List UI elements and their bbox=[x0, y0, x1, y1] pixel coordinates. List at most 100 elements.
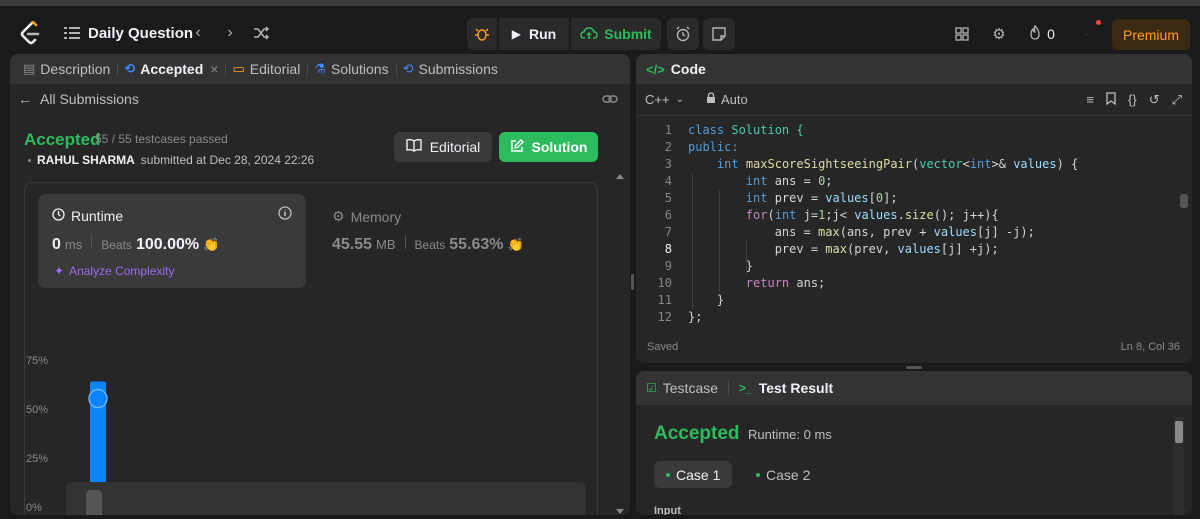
debug-icon[interactable] bbox=[467, 18, 497, 50]
status-title: Accepted bbox=[24, 130, 101, 149]
clock-icon: ⟲ bbox=[402, 61, 414, 76]
horizontal-splitter-handle[interactable] bbox=[906, 366, 922, 369]
premium-button[interactable]: Premium bbox=[1112, 19, 1190, 50]
leetcode-logo-icon[interactable] bbox=[18, 20, 44, 48]
tab-test-result[interactable]: >_ Test Result bbox=[739, 380, 833, 396]
memory-title-text: Memory bbox=[350, 208, 402, 225]
tab-description[interactable]: ▤ Description bbox=[16, 54, 119, 84]
tab-editorial[interactable]: ▭ Editorial bbox=[225, 54, 309, 84]
close-icon[interactable]: × bbox=[210, 61, 218, 77]
notification-dot-icon bbox=[1094, 18, 1102, 26]
test-scrollbar[interactable] bbox=[1174, 417, 1184, 515]
y-tick-label: 75% bbox=[26, 355, 48, 367]
submitted-info: RAHUL SHARMA submitted at Dec 28, 2024 2… bbox=[28, 153, 314, 167]
clock-icon: ⟲ bbox=[124, 61, 136, 76]
braces-icon[interactable]: {} bbox=[1128, 92, 1137, 108]
runtime-unit: ms bbox=[64, 237, 83, 252]
terminal-icon: >_ bbox=[739, 381, 753, 395]
range-handle[interactable] bbox=[86, 490, 102, 515]
pass-dot-icon bbox=[666, 472, 670, 477]
expand-icon[interactable]: ⤢ bbox=[1172, 92, 1182, 108]
auto-mode[interactable]: Auto bbox=[706, 92, 748, 107]
y-tick-label: 50% bbox=[26, 404, 48, 416]
runtime-number: 0 bbox=[52, 236, 61, 253]
code-line: 8 prev = max(prev, values[j] +j); bbox=[664, 242, 999, 256]
testcases-passed: 55 / 55 testcases passed bbox=[95, 132, 228, 146]
format-icon[interactable]: ≡ bbox=[1086, 92, 1094, 108]
y-tick-label: 0% bbox=[26, 502, 42, 514]
next-question-icon[interactable]: › bbox=[217, 20, 243, 46]
clock-icon bbox=[52, 208, 65, 224]
editorial-button[interactable]: Editorial bbox=[394, 132, 492, 162]
runtime-title-text: Runtime bbox=[71, 208, 124, 224]
reset-icon[interactable]: ↺ bbox=[1149, 92, 1160, 108]
tab-testcase[interactable]: ☑ Testcase bbox=[646, 380, 718, 396]
beats-label: Beats bbox=[101, 238, 132, 252]
case-label: Case 2 bbox=[766, 466, 811, 483]
code-header: </> Code bbox=[636, 54, 1192, 84]
problem-list-icon[interactable] bbox=[62, 23, 82, 43]
cloud-upload-icon bbox=[580, 26, 599, 43]
prev-question-icon[interactable]: ‹ bbox=[185, 20, 211, 46]
language-select[interactable]: C++ ⌄ bbox=[645, 92, 684, 107]
sparkle-icon: ✦ bbox=[54, 264, 65, 278]
code-editor[interactable]: 1 class Solution { 2 public: 3 int maxScor… bbox=[636, 122, 1192, 332]
book-icon bbox=[406, 138, 422, 155]
author-name[interactable]: RAHUL SHARMA bbox=[37, 153, 135, 167]
memory-number: 45.55 bbox=[332, 236, 373, 253]
layout-grid-icon[interactable] bbox=[950, 22, 974, 46]
editor-tools: ≡ {} ↺ ⤢ bbox=[1086, 92, 1182, 108]
tab-label: Editorial bbox=[249, 61, 301, 77]
play-icon: ▶ bbox=[511, 27, 521, 41]
vertical-splitter-handle[interactable] bbox=[631, 274, 634, 290]
tab-accepted[interactable]: ⟲ Accepted × bbox=[117, 54, 227, 84]
chart-range-slider[interactable] bbox=[66, 482, 586, 515]
alarm-clock-icon[interactable] bbox=[667, 18, 699, 50]
language-label: C++ bbox=[645, 92, 670, 107]
code-line: 3 int maxScoreSightseeingPair(vector<int… bbox=[664, 157, 1079, 171]
submission-panel: ▤ Description ⟲ Accepted × ▭ Editorial ⚗… bbox=[10, 54, 630, 515]
case-2-button[interactable]: Case 2 bbox=[744, 461, 822, 488]
pass-dot-icon bbox=[756, 472, 760, 477]
runtime-card[interactable]: Runtime 0 ms Beats 100.00% 👏 ✦ Analyze C… bbox=[38, 194, 306, 288]
tab-submissions[interactable]: ⟲ Submissions bbox=[396, 54, 505, 84]
flame-icon bbox=[1029, 24, 1041, 44]
beats-percentage: 100.00% bbox=[135, 236, 200, 253]
saved-status: Saved bbox=[647, 341, 679, 353]
run-button[interactable]: ▶ Run bbox=[499, 18, 569, 50]
tab-solutions[interactable]: ⚗ Solutions bbox=[307, 54, 397, 84]
code-line: 6 for(int j=1;j< values.size(); j++){ bbox=[664, 208, 999, 222]
clapping-hands-icon: 👏 bbox=[507, 237, 524, 252]
left-tabs: ▤ Description ⟲ Accepted × ▭ Editorial ⚗… bbox=[10, 54, 630, 84]
gear-icon[interactable]: ⚙ bbox=[987, 22, 1011, 46]
edit-icon bbox=[510, 138, 524, 156]
cursor-position: Ln 8, Col 36 bbox=[1120, 341, 1180, 353]
chevron-down-icon: ⌄ bbox=[675, 94, 684, 105]
tab-label: Submissions bbox=[418, 61, 498, 77]
case-1-button[interactable]: Case 1 bbox=[654, 461, 733, 488]
share-link-icon[interactable] bbox=[602, 92, 618, 108]
shuffle-icon[interactable] bbox=[248, 20, 274, 46]
avatar bbox=[28, 158, 31, 162]
notes-icon[interactable] bbox=[703, 18, 735, 50]
flask-icon: ⚗ bbox=[314, 61, 326, 76]
code-line: 10 return ans; bbox=[657, 276, 826, 290]
streak-count: 0 bbox=[1047, 26, 1055, 42]
code-panel: </> Code C++ ⌄ Auto ≡ {} ↺ ⤢ 1 class Solu… bbox=[636, 54, 1192, 363]
left-scrollbar[interactable] bbox=[614, 174, 624, 514]
tab-label: Description bbox=[40, 61, 111, 77]
code-icon: </> bbox=[646, 61, 665, 77]
streak-counter[interactable]: 0 bbox=[1024, 22, 1060, 46]
beats-percentage: 55.63% bbox=[449, 236, 504, 253]
all-submissions-link[interactable]: ← All Submissions bbox=[18, 91, 139, 107]
solution-button[interactable]: Solution bbox=[499, 132, 598, 162]
daily-question-link[interactable]: Daily Question bbox=[88, 21, 193, 45]
info-icon[interactable] bbox=[278, 206, 292, 223]
memory-title: ⚙ Memory bbox=[332, 208, 401, 225]
run-submit-group: ▶ Run Submit bbox=[467, 18, 661, 50]
submit-button[interactable]: Submit bbox=[571, 18, 661, 50]
code-scrollbar[interactable] bbox=[1180, 194, 1188, 208]
analyze-complexity-link[interactable]: ✦ Analyze Complexity bbox=[54, 264, 174, 278]
bookmark-icon[interactable] bbox=[1106, 92, 1116, 108]
memory-card[interactable]: ⚙ Memory 45.55 MB Beats 55.63% 👏 bbox=[332, 194, 582, 288]
